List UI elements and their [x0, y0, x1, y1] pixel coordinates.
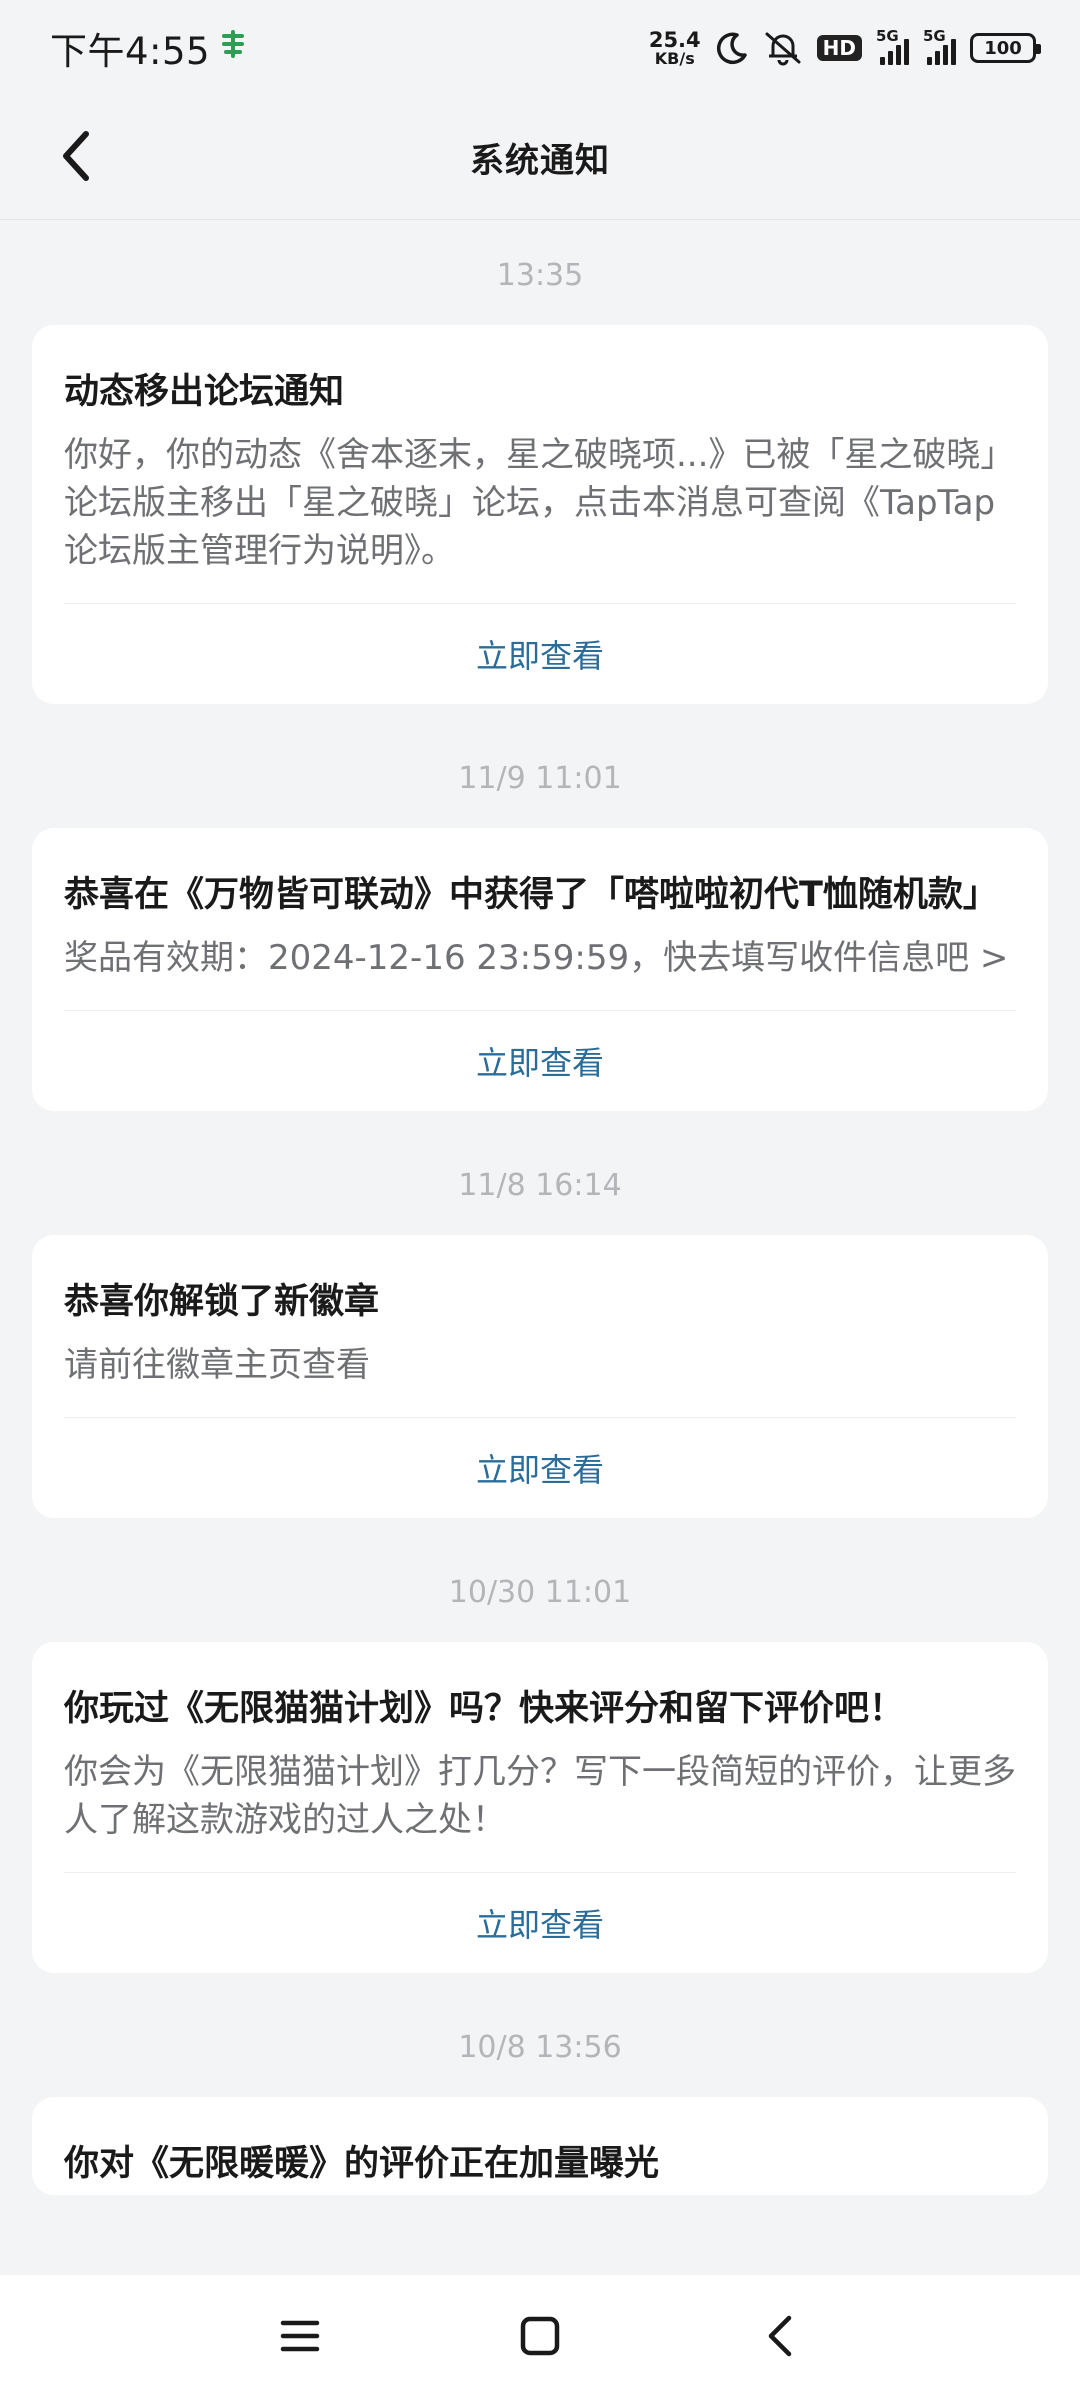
signal-strength-2: 5G	[923, 27, 956, 65]
signal-bar	[896, 45, 901, 65]
notification-card[interactable]: 你对《无限暖暖》的评价正在加量曝光	[32, 2097, 1048, 2195]
battery-indicator: 100	[970, 33, 1041, 63]
view-now-button[interactable]: 立即查看	[64, 1418, 1016, 1518]
hd-voice-badge: HD	[816, 35, 862, 61]
menu-icon	[280, 2318, 320, 2358]
system-back-button[interactable]	[735, 2293, 825, 2383]
signal-2-label: 5G	[923, 27, 946, 45]
status-right: 25.4 KB/s HD 5G 5G 100	[648, 27, 1041, 68]
notification-card[interactable]: 动态移出论坛通知 你好，你的动态《舍本逐末，星之破晓项...》已被「星之破晓」论…	[32, 325, 1048, 704]
back-triangle-icon	[765, 2314, 795, 2362]
status-left: 下午4:55	[50, 21, 246, 75]
notification-title: 你对《无限暖暖》的评价正在加量曝光	[64, 2144, 660, 2184]
signal-strength-1: 5G	[876, 27, 909, 65]
signal-bar	[935, 51, 940, 65]
notification-time: 13:35	[496, 258, 584, 293]
view-now-button[interactable]: 立即查看	[64, 604, 1016, 704]
notification-body: 请前往徽章主页查看	[64, 1345, 370, 1385]
net-speed-indicator: 25.4 KB/s	[648, 27, 701, 68]
net-speed-unit: KB/s	[654, 48, 695, 68]
notification-title: 恭喜你解锁了新徽章	[64, 1282, 380, 1322]
signal-bar	[880, 57, 885, 65]
notification-time: 11/8 16:14	[458, 1168, 622, 1203]
status-bar: 下午4:55 25.4 KB/s HD 5G 5G 100	[0, 0, 1080, 96]
notification-card[interactable]: 你玩过《无限猫猫计划》吗？快来评分和留下评价吧！ 你会为《无限猫猫计划》打几分？…	[32, 1642, 1048, 1973]
signal-1-label: 5G	[876, 27, 899, 45]
signal-bar	[951, 39, 956, 65]
notification-body: 你会为《无限猫猫计划》打几分？写下一段简短的评价，让更多人了解这款游戏的过人之处…	[64, 1752, 1016, 1840]
notification-title: 你玩过《无限猫猫计划》吗？快来评分和留下评价吧！	[64, 1689, 905, 1729]
notification-time: 10/30 11:01	[448, 1575, 632, 1610]
status-time: 下午4:55	[50, 30, 211, 73]
signal-bar	[943, 45, 948, 65]
notification-feed[interactable]: 13:35 动态移出论坛通知 你好，你的动态《舍本逐末，星之破晓项...》已被「…	[0, 221, 1080, 2275]
notification-time: 10/8 13:56	[458, 2030, 622, 2065]
notification-card[interactable]: 恭喜你解锁了新徽章 请前往徽章主页查看 立即查看	[32, 1235, 1048, 1518]
view-now-button[interactable]: 立即查看	[64, 1873, 1016, 1973]
screen: 下午4:55 25.4 KB/s HD 5G 5G 100 系统通知 13:35…	[0, 0, 1080, 2401]
moon-icon	[715, 31, 749, 65]
home-square-icon	[520, 2316, 560, 2360]
recent-apps-button[interactable]	[255, 2293, 345, 2383]
notification-card[interactable]: 恭喜在《万物皆可联动》中获得了「嗒啦啦初代T恤随机款」 奖品有效期：2024-1…	[32, 828, 1048, 1111]
page-title: 系统通知	[470, 141, 610, 181]
home-button[interactable]	[495, 2293, 585, 2383]
signal-bar	[904, 39, 909, 65]
system-nav-bar	[0, 2275, 1080, 2401]
net-speed-value: 25.4	[648, 27, 701, 52]
signal-bar	[927, 57, 932, 65]
muted-bell-icon	[763, 30, 803, 66]
signal-bar	[888, 51, 893, 65]
payment-app-icon	[220, 30, 246, 66]
view-now-button[interactable]: 立即查看	[64, 1011, 1016, 1111]
notification-body: 奖品有效期：2024-12-16 23:59:59，快去填写收件信息吧 >	[64, 938, 1009, 978]
notification-body: 你好，你的动态《舍本逐末，星之破晓项...》已被「星之破晓」论坛版主移出「星之破…	[64, 435, 1015, 571]
notification-time: 11/9 11:01	[458, 761, 622, 796]
notification-title: 恭喜在《万物皆可联动》中获得了「嗒啦啦初代T恤随机款」	[64, 875, 998, 915]
notification-title: 动态移出论坛通知	[64, 372, 345, 412]
chevron-left-icon	[58, 130, 94, 186]
back-button[interactable]	[40, 122, 112, 194]
app-header: 系统通知	[0, 96, 1080, 220]
